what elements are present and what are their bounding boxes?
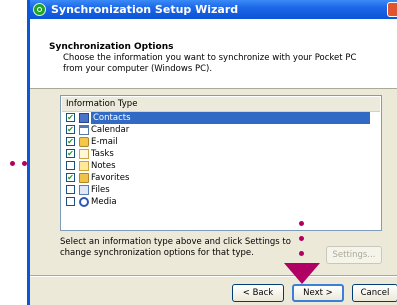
wizard-header: Synchronization Options Choose the infor… (30, 19, 397, 89)
settings-button[interactable]: Settings... (326, 246, 382, 264)
next-button[interactable]: Next > (292, 284, 344, 302)
list-item-label: Files (91, 185, 110, 195)
back-button[interactable]: < Back (232, 284, 284, 302)
checkbox[interactable] (66, 197, 75, 206)
list-item-label: Media (91, 197, 117, 207)
button-divider (30, 275, 397, 277)
list-item[interactable]: Notes (62, 160, 380, 172)
annotation-dot (10, 161, 15, 166)
list-item[interactable]: ✔ Contacts (62, 112, 380, 124)
window-title: Synchronization Setup Wizard (51, 3, 239, 16)
title-bar: Synchronization Setup Wizard (30, 0, 397, 19)
information-type-list[interactable]: Information Type ✔ Contacts ✔ Calendar ✔… (60, 95, 382, 231)
checkbox[interactable] (66, 185, 75, 194)
checkbox[interactable] (66, 161, 75, 170)
email-icon (79, 137, 89, 147)
list-item-label: Contacts (91, 112, 370, 124)
annotation-arrow-down (284, 263, 320, 284)
list-item[interactable]: ✔ Calendar (62, 124, 380, 136)
contacts-icon (79, 113, 89, 123)
wizard-window: Synchronization Setup Wizard Synchroniza… (27, 0, 397, 305)
checkbox[interactable]: ✔ (66, 173, 75, 182)
list-rows: ✔ Contacts ✔ Calendar ✔ E-mail ✔ Tasks N… (62, 112, 380, 208)
annotation-dot (299, 251, 304, 256)
notes-icon (79, 161, 89, 171)
list-item[interactable]: Media (62, 196, 380, 208)
checkbox[interactable]: ✔ (66, 137, 75, 146)
calendar-icon (79, 125, 89, 135)
list-column-header[interactable]: Information Type (62, 97, 380, 112)
info-text: Select an information type above and cli… (60, 237, 291, 258)
checkbox[interactable]: ✔ (66, 125, 75, 134)
files-icon (79, 185, 89, 195)
list-item-label: Notes (91, 161, 116, 171)
annotation-dot (299, 236, 304, 241)
list-item[interactable]: Files (62, 184, 380, 196)
favorites-icon (79, 173, 89, 183)
list-item[interactable]: ✔ E-mail (62, 136, 380, 148)
list-item-label: Favorites (91, 173, 130, 183)
tasks-icon (79, 149, 89, 159)
checkbox[interactable]: ✔ (66, 149, 75, 158)
close-button[interactable] (387, 2, 397, 17)
page-description: Choose the information you want to synch… (63, 53, 357, 74)
sync-app-icon (33, 3, 46, 16)
list-item-label: Tasks (91, 149, 114, 159)
cancel-button[interactable]: Cancel (352, 284, 397, 302)
page-title: Synchronization Options (49, 42, 174, 52)
media-icon (79, 197, 89, 207)
annotation-dot (299, 221, 304, 226)
checkbox[interactable]: ✔ (66, 113, 75, 122)
list-item-label: E-mail (91, 137, 118, 147)
list-item[interactable]: ✔ Tasks (62, 148, 380, 160)
list-item-label: Calendar (91, 125, 130, 135)
list-item[interactable]: ✔ Favorites (62, 172, 380, 184)
